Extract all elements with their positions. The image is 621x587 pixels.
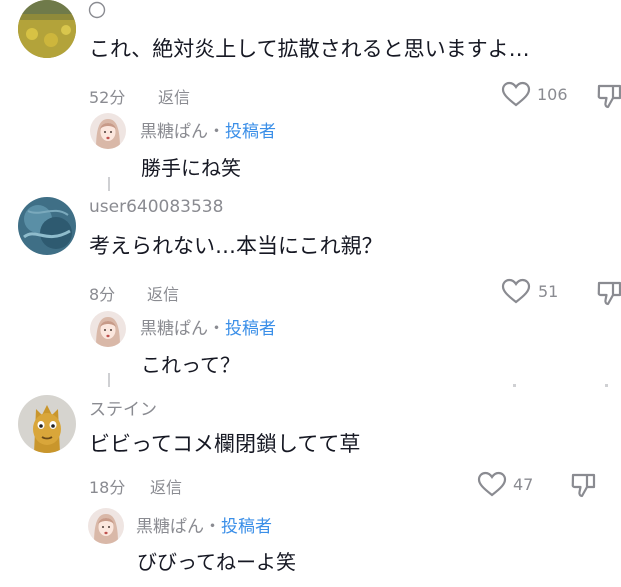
comment-time: 52分	[89, 88, 126, 107]
author-tag: 投稿者	[225, 122, 276, 142]
author-avatar-photo	[88, 508, 124, 544]
avatar[interactable]	[18, 197, 76, 255]
avatar[interactable]	[18, 0, 76, 58]
name-separator: ・	[208, 122, 225, 142]
reply-text: これって？	[141, 353, 240, 377]
like-count: 47	[513, 475, 534, 494]
author-tag: 投稿者	[225, 319, 276, 339]
avatar-photo-field	[18, 0, 76, 58]
like-count: 51	[538, 282, 559, 301]
reply-author-line: 黒糖ぱん・投稿者	[140, 314, 276, 339]
thumbs-down-icon[interactable]	[596, 279, 621, 307]
empty-username-circle-icon	[88, 1, 106, 19]
comment-text: これ、絶対炎上して拡散されると思いますよ…	[89, 37, 530, 61]
thumbs-down-icon[interactable]	[596, 82, 621, 110]
comment-username[interactable]: ステイン	[89, 395, 157, 420]
reply-author-name[interactable]: 黒糖ぱん	[140, 319, 208, 339]
avatar[interactable]	[18, 395, 76, 453]
reply-author-line: 黒糖ぱん・投稿者	[140, 117, 276, 142]
comment-text: 考えられない…本当にこれ親？	[89, 234, 383, 258]
name-separator: ・	[204, 517, 221, 537]
author-avatar-photo	[90, 311, 126, 347]
name-separator: ・	[208, 319, 225, 339]
reply-author-name[interactable]: 黒糖ぱん	[136, 517, 204, 537]
author-tag: 投稿者	[221, 517, 272, 537]
divider-tick	[513, 384, 516, 387]
comment-text: ビビってコメ欄閉鎖してて草	[89, 432, 361, 456]
heart-outline-icon[interactable]	[501, 278, 531, 305]
author-avatar-photo	[90, 113, 126, 149]
reply-avatar[interactable]	[90, 311, 126, 347]
reply-text: 勝手にね笑	[141, 156, 241, 180]
heart-outline-icon[interactable]	[501, 81, 531, 108]
comment-time: 18分	[89, 478, 126, 497]
thumbs-down-icon[interactable]	[570, 471, 598, 499]
like-count: 106	[537, 85, 568, 104]
thread-line	[108, 177, 110, 191]
comment-username[interactable]: user640083538	[89, 197, 223, 217]
avatar-photo-marble	[18, 197, 76, 255]
reply-avatar[interactable]	[88, 508, 124, 544]
reply-text: びびってねーよ笑	[137, 550, 296, 574]
heart-outline-icon[interactable]	[477, 471, 507, 498]
divider-tick	[605, 384, 608, 387]
reply-author-line: 黒糖ぱん・投稿者	[136, 512, 272, 537]
reply-button[interactable]: 返信	[147, 281, 179, 305]
reply-button[interactable]: 返信	[158, 84, 190, 108]
reply-avatar[interactable]	[90, 113, 126, 149]
thread-line	[108, 373, 110, 387]
reply-button[interactable]: 返信	[150, 474, 182, 498]
avatar-cartoon-character	[18, 395, 76, 453]
reply-author-name[interactable]: 黒糖ぱん	[140, 122, 208, 142]
comment-time: 8分	[89, 285, 116, 304]
